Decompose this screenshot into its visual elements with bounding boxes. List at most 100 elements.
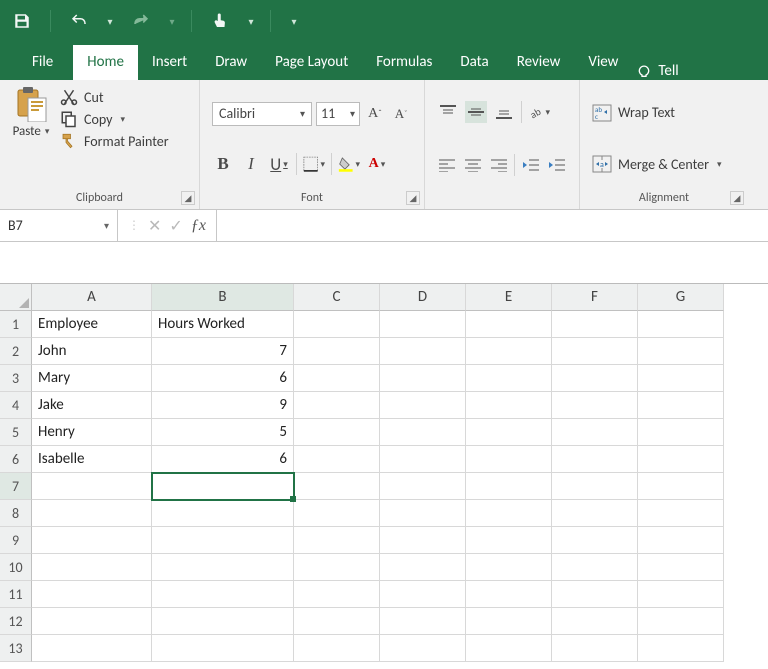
row-header-1[interactable]: 1	[0, 311, 32, 338]
cell-G8[interactable]	[638, 500, 724, 527]
row-header-4[interactable]: 4	[0, 392, 32, 419]
cell-G1[interactable]	[638, 311, 724, 338]
tab-draw[interactable]: Draw	[201, 45, 261, 80]
redo-dropdown[interactable]: ▾	[167, 15, 177, 28]
tab-data[interactable]: Data	[446, 45, 502, 80]
alignment-launcher[interactable]: ◢	[730, 191, 744, 205]
name-box[interactable]: B7 ▾	[0, 210, 118, 241]
cell-D11[interactable]	[380, 581, 466, 608]
font-color-button[interactable]: A▾	[366, 153, 388, 175]
column-header-E[interactable]: E	[466, 284, 552, 311]
fill-color-button[interactable]: ▾	[338, 153, 360, 175]
align-center-button[interactable]	[463, 154, 483, 176]
cell-F3[interactable]	[552, 365, 638, 392]
cell-F7[interactable]	[552, 473, 638, 500]
font-name-combo[interactable]: Calibri▾	[212, 102, 312, 126]
cell-D4[interactable]	[380, 392, 466, 419]
column-header-B[interactable]: B	[152, 284, 294, 311]
cell-C5[interactable]	[294, 419, 380, 446]
cell-E4[interactable]	[466, 392, 552, 419]
cell-B2[interactable]: 7	[152, 338, 294, 365]
cell-A8[interactable]	[32, 500, 152, 527]
cell-E5[interactable]	[466, 419, 552, 446]
row-header-5[interactable]: 5	[0, 419, 32, 446]
align-bottom-button[interactable]	[493, 101, 515, 123]
cell-C1[interactable]	[294, 311, 380, 338]
align-right-button[interactable]	[489, 154, 509, 176]
cell-E13[interactable]	[466, 635, 552, 662]
cell-B12[interactable]	[152, 608, 294, 635]
column-header-G[interactable]: G	[638, 284, 724, 311]
tab-page-layout[interactable]: Page Layout	[261, 45, 362, 80]
cell-G12[interactable]	[638, 608, 724, 635]
increase-indent-button[interactable]	[547, 154, 567, 176]
align-top-button[interactable]	[437, 101, 459, 123]
column-header-C[interactable]: C	[294, 284, 380, 311]
tab-file[interactable]: File	[18, 45, 73, 80]
cell-G5[interactable]	[638, 419, 724, 446]
cell-C8[interactable]	[294, 500, 380, 527]
cell-D6[interactable]	[380, 446, 466, 473]
cell-A9[interactable]	[32, 527, 152, 554]
cell-E1[interactable]	[466, 311, 552, 338]
cell-G2[interactable]	[638, 338, 724, 365]
formula-input[interactable]	[216, 210, 768, 241]
redo-button[interactable]	[127, 7, 155, 35]
cell-E2[interactable]	[466, 338, 552, 365]
spreadsheet-grid[interactable]: ABCDEFG1EmployeeHours Worked2John73Mary6…	[0, 284, 768, 662]
cell-A3[interactable]: Mary	[32, 365, 152, 392]
cell-D7[interactable]	[380, 473, 466, 500]
column-header-A[interactable]: A	[32, 284, 152, 311]
cell-D8[interactable]	[380, 500, 466, 527]
paste-button[interactable]: Paste▾	[8, 86, 54, 191]
shrink-font-button[interactable]: Aˇ	[390, 103, 412, 125]
cell-D5[interactable]	[380, 419, 466, 446]
cell-G10[interactable]	[638, 554, 724, 581]
cell-F10[interactable]	[552, 554, 638, 581]
save-button[interactable]	[8, 7, 36, 35]
cell-D1[interactable]	[380, 311, 466, 338]
cell-C7[interactable]	[294, 473, 380, 500]
column-header-D[interactable]: D	[380, 284, 466, 311]
format-painter-button[interactable]: Format Painter	[60, 132, 169, 150]
cell-E12[interactable]	[466, 608, 552, 635]
enter-formula-icon[interactable]: ✓	[169, 216, 182, 236]
tab-review[interactable]: Review	[503, 45, 575, 80]
row-header-10[interactable]: 10	[0, 554, 32, 581]
cell-B7[interactable]	[152, 473, 294, 500]
cell-G7[interactable]	[638, 473, 724, 500]
font-launcher[interactable]: ◢	[406, 191, 420, 205]
borders-button[interactable]: ▾	[303, 153, 325, 175]
cell-D10[interactable]	[380, 554, 466, 581]
column-header-F[interactable]: F	[552, 284, 638, 311]
undo-button[interactable]	[65, 7, 93, 35]
cell-F8[interactable]	[552, 500, 638, 527]
cell-C11[interactable]	[294, 581, 380, 608]
undo-dropdown[interactable]: ▾	[105, 15, 115, 28]
bold-button[interactable]: B	[212, 153, 234, 175]
row-header-7[interactable]: 7	[0, 473, 32, 500]
cell-D13[interactable]	[380, 635, 466, 662]
underline-button[interactable]: U▾	[268, 153, 290, 175]
cell-F4[interactable]	[552, 392, 638, 419]
cell-B5[interactable]: 5	[152, 419, 294, 446]
touch-dropdown[interactable]: ▾	[246, 15, 256, 28]
cell-D12[interactable]	[380, 608, 466, 635]
decrease-indent-button[interactable]	[521, 154, 541, 176]
cell-D2[interactable]	[380, 338, 466, 365]
cancel-formula-icon[interactable]: ✕	[148, 216, 161, 236]
cell-E9[interactable]	[466, 527, 552, 554]
row-header-8[interactable]: 8	[0, 500, 32, 527]
cell-F5[interactable]	[552, 419, 638, 446]
align-middle-button[interactable]	[465, 101, 487, 123]
cell-C6[interactable]	[294, 446, 380, 473]
merge-center-button[interactable]: a Merge & Center▾	[592, 155, 736, 173]
cell-E7[interactable]	[466, 473, 552, 500]
cell-D9[interactable]	[380, 527, 466, 554]
cut-button[interactable]: Cut	[60, 88, 169, 106]
row-header-11[interactable]: 11	[0, 581, 32, 608]
wrap-text-button[interactable]: abc Wrap Text	[592, 104, 736, 122]
tab-home[interactable]: Home	[73, 45, 138, 80]
cell-D3[interactable]	[380, 365, 466, 392]
select-all-corner[interactable]	[0, 284, 32, 311]
